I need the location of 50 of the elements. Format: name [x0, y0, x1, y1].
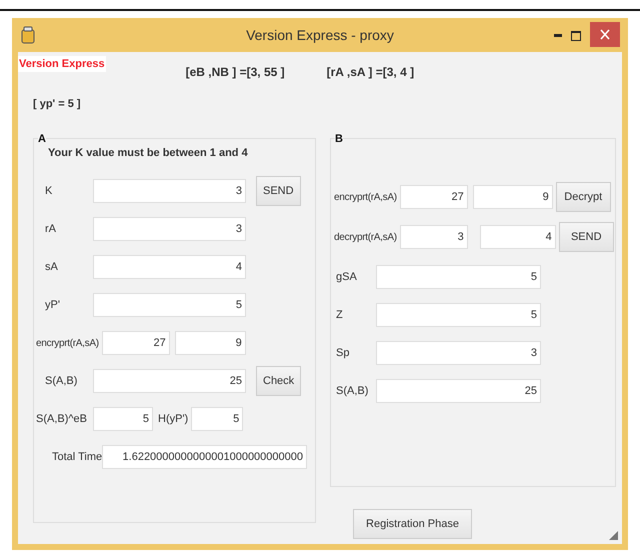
hint-text: Your K value must be between 1 and 4: [48, 147, 249, 159]
input-field[interactable]: 4: [93, 255, 246, 279]
input-field[interactable]: 5: [376, 265, 541, 289]
field-label: S(A,B): [44, 375, 78, 387]
input-field[interactable]: 5: [93, 293, 246, 317]
action-button[interactable]: Check: [256, 366, 302, 396]
input-field[interactable]: 9: [472, 185, 553, 209]
field-label: Z: [335, 309, 344, 321]
registration-phase-button[interactable]: Registration Phase: [353, 509, 472, 539]
parameter-text: [eB ,NB ] =[3, 55 ]: [186, 65, 285, 79]
field-label: yP': [44, 299, 61, 311]
field-label: gSA: [335, 271, 358, 283]
maximize-icon[interactable]: [571, 30, 581, 40]
parameter-text: [ yp' = 5 ]: [33, 98, 81, 110]
field-label: S(A,B)^eB: [35, 413, 88, 425]
input-field[interactable]: 4: [480, 225, 556, 249]
input-field[interactable]: 5: [93, 407, 153, 431]
input-field[interactable]: 3: [93, 217, 246, 241]
input-field[interactable]: 9: [174, 331, 246, 355]
input-field[interactable]: 5: [376, 303, 541, 327]
field-label: encryprt(rA,sA): [35, 338, 99, 348]
field-label: decryprt(rA,sA): [333, 232, 397, 242]
input-field[interactable]: 3: [93, 179, 246, 203]
action-button[interactable]: SEND: [558, 222, 614, 252]
input-field[interactable]: 25: [376, 379, 541, 403]
close-button[interactable]: [590, 22, 620, 47]
field-label: H(yP'): [158, 413, 188, 425]
input-field[interactable]: 1.6220000000000001000000000000: [102, 445, 307, 469]
parameter-text: [rA ,sA ] =[3, 4 ]: [326, 65, 414, 79]
app-icon: [20, 26, 36, 44]
window-title: Version Express - proxy: [246, 27, 394, 43]
field-label: Total Time: [51, 451, 102, 463]
action-button[interactable]: SEND: [256, 176, 301, 206]
app-label: Version Express: [18, 56, 106, 72]
field-label: encryprt(rA,sA): [333, 192, 397, 202]
input-field[interactable]: 3: [400, 225, 468, 249]
input-field[interactable]: 5: [191, 407, 244, 431]
field-label: sA: [44, 261, 59, 273]
resize-grip-icon[interactable]: [609, 531, 618, 540]
input-field[interactable]: 25: [93, 369, 246, 393]
group-title: A: [38, 133, 46, 145]
field-label: S(A,B): [335, 385, 370, 397]
input-field[interactable]: 3: [376, 341, 541, 365]
field-label: Sp: [335, 347, 350, 359]
input-field[interactable]: 27: [102, 331, 170, 355]
group-title: B: [335, 133, 343, 145]
input-field[interactable]: 27: [400, 185, 468, 209]
field-label: K: [44, 185, 54, 197]
field-label: rA: [44, 223, 57, 235]
action-button[interactable]: Decrypt: [556, 182, 611, 212]
